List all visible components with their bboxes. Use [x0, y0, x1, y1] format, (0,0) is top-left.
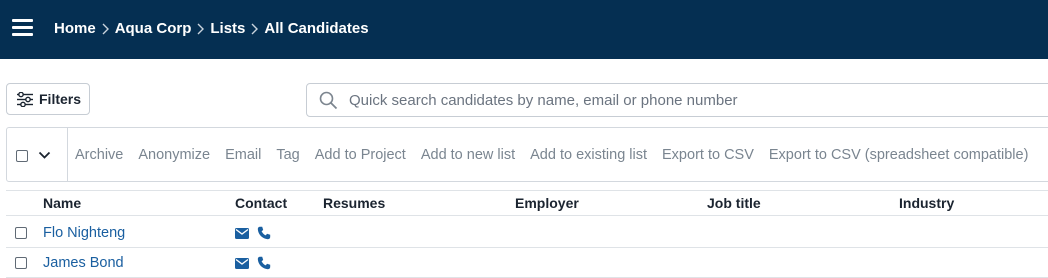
sliders-icon — [17, 91, 33, 107]
breadcrumb-aqua-corp[interactable]: Aqua Corp — [115, 20, 192, 37]
chevron-down-icon[interactable] — [38, 151, 51, 160]
anonymize-action[interactable]: Anonymize — [138, 147, 210, 163]
menu-icon[interactable] — [12, 19, 33, 37]
add-to-existing-list-action[interactable]: Add to existing list — [530, 147, 647, 163]
row-checkbox[interactable] — [15, 227, 27, 239]
top-bar: Home Aqua Corp Lists All Candidates — [0, 0, 1048, 59]
email-action[interactable]: Email — [225, 147, 261, 163]
filters-label: Filters — [39, 91, 82, 107]
bulk-action-bar: Archive Anonymize Email Tag Add to Proje… — [6, 127, 1048, 182]
add-to-project-action[interactable]: Add to Project — [315, 147, 406, 163]
row-checkbox[interactable] — [15, 257, 27, 269]
chevron-right-icon — [197, 23, 205, 34]
column-resumes: Resumes — [323, 195, 386, 211]
candidate-name-link[interactable]: Flo Nighteng — [43, 225, 125, 241]
breadcrumb-current: All Candidates — [264, 20, 369, 37]
column-name[interactable]: Name — [43, 195, 81, 211]
bulk-actions: Archive Anonymize Email Tag Add to Proje… — [75, 147, 1043, 163]
tag-action[interactable]: Tag — [276, 147, 299, 163]
candidate-name-link[interactable]: James Bond — [43, 255, 124, 271]
chevron-right-icon — [251, 23, 259, 34]
table-header: Name Contact Resumes Employer Job title … — [6, 190, 1048, 216]
select-all-control — [7, 128, 68, 181]
table-row: James Bond — [6, 248, 1048, 278]
filters-button[interactable]: Filters — [6, 83, 90, 115]
envelope-icon[interactable] — [235, 258, 249, 269]
chevron-right-icon — [102, 23, 109, 34]
select-all-checkbox[interactable] — [16, 150, 28, 162]
phone-icon[interactable] — [257, 226, 271, 240]
search-input[interactable] — [347, 90, 1001, 110]
search-box[interactable] — [306, 83, 1048, 117]
breadcrumb-home[interactable]: Home — [54, 20, 96, 37]
column-contact: Contact — [235, 195, 288, 211]
export-csv-action[interactable]: Export to CSV — [662, 147, 754, 163]
column-industry[interactable]: Industry — [899, 195, 954, 211]
column-job-title[interactable]: Job title — [707, 195, 761, 211]
export-csv-spreadsheet-action[interactable]: Export to CSV (spreadsheet compatible) — [769, 147, 1029, 163]
phone-icon[interactable] — [257, 256, 271, 270]
search-icon — [319, 91, 338, 109]
envelope-icon[interactable] — [235, 228, 249, 239]
column-employer[interactable]: Employer — [515, 195, 579, 211]
breadcrumb: Home Aqua Corp Lists All Candidates — [54, 20, 369, 37]
table-row: Flo Nighteng — [6, 218, 1048, 248]
archive-action[interactable]: Archive — [75, 147, 123, 163]
add-to-new-list-action[interactable]: Add to new list — [421, 147, 515, 163]
breadcrumb-lists[interactable]: Lists — [210, 20, 245, 37]
